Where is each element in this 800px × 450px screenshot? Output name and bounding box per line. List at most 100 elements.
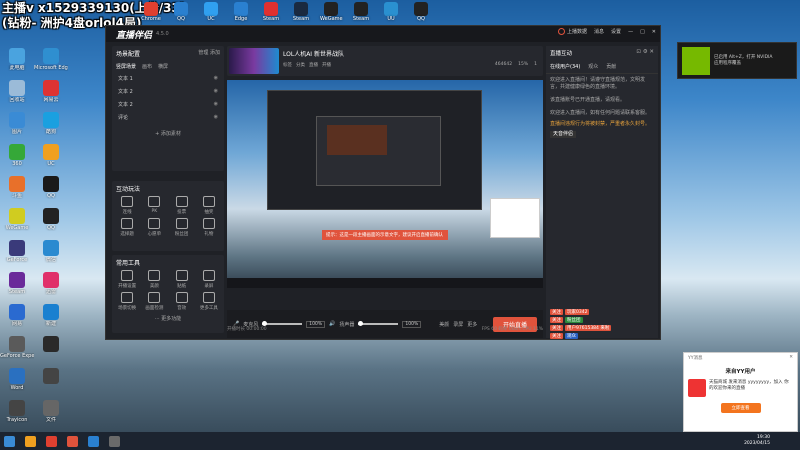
source-item[interactable]: 文本 2 ◉ [112, 85, 224, 98]
settings-button[interactable]: 设置 [611, 28, 621, 35]
desktop-icon[interactable]: 迅雷 [34, 272, 68, 308]
stream-tag[interactable]: 直播 [309, 62, 318, 68]
stream-data-button[interactable]: 上播数据 [558, 28, 587, 35]
source-item[interactable]: 评论 ◉ [112, 111, 224, 124]
desktop-icon[interactable]: Chrome [140, 2, 162, 26]
tab-contribution[interactable]: 贡献 [606, 63, 616, 70]
tab-portrait[interactable]: 竖屏场景 [116, 63, 136, 70]
start-icon[interactable] [4, 435, 15, 447]
message-button[interactable]: 消息 [594, 28, 604, 35]
desktop-icon[interactable]: GeForce Experience [0, 336, 34, 372]
stream-title[interactable]: LOL人机AI 新世界战队 [283, 49, 344, 58]
stream-tag[interactable]: 开播 [322, 62, 331, 68]
chat-user[interactable]: 粉丝团 [565, 317, 583, 323]
desktop-icon[interactable]: UU [380, 2, 402, 26]
mic-slider[interactable] [262, 321, 303, 326]
tool-item[interactable]: 连线 [115, 196, 139, 215]
add-source-button[interactable]: + 添加素材 [112, 130, 224, 137]
tool-item[interactable]: 场景切换 [115, 292, 139, 311]
desktop-icon[interactable]: Edge [230, 2, 252, 26]
live-companion-window[interactable]: 直播伴侣 4.5.0 上播数据 消息 设置 — □ ✕ 场景配置 管理 添加 竖… [105, 25, 661, 340]
visibility-icon[interactable]: ◉ [214, 88, 218, 95]
visibility-icon[interactable]: ◉ [214, 101, 218, 108]
tool-item[interactable]: 抽奖 [197, 196, 221, 215]
desktop-icon[interactable]: Steam [260, 2, 282, 26]
speaker-slider[interactable] [358, 321, 399, 326]
tool-item[interactable]: 录屏 [197, 270, 221, 289]
tool-item[interactable]: 心愿单 [142, 218, 166, 237]
desktop-icon[interactable]: Microsoft Edge [34, 48, 68, 84]
source-item[interactable]: 文本 2 ◉ [112, 98, 224, 111]
scene-title[interactable]: 场景配置 [116, 49, 140, 58]
chrome-icon[interactable] [46, 435, 57, 447]
desktop-icon[interactable]: 回收站 [0, 80, 34, 116]
panel-actions-icon[interactable]: ⊡ ⚙ ✕ [636, 49, 654, 57]
desktop-icon[interactable]: 图片 [0, 112, 34, 148]
live-app-icon[interactable] [67, 435, 78, 447]
more-functions-button[interactable]: ··· 更多功能 [112, 315, 224, 322]
desktop-icon[interactable]: Steam [350, 2, 372, 26]
tab-audience[interactable]: 观众 [588, 63, 598, 70]
app-icon[interactable] [109, 435, 120, 447]
yy-popup[interactable]: YY消息 ✕ 来自YY用户 天猫商城 发来消息 yyyyyyyy，加入 你的欢迎… [683, 352, 798, 432]
desktop-icon[interactable]: 酷狗 [34, 112, 68, 148]
desktop-icon[interactable]: 网易 [0, 304, 34, 340]
tool-item[interactable]: 投票 [170, 196, 194, 215]
desktop-icon[interactable]: QQ [410, 2, 432, 26]
tool-item[interactable]: 更多工具 [197, 292, 221, 311]
desktop-icon[interactable]: UC [200, 2, 222, 26]
nvidia-notification[interactable]: 已启用 Alt+Z，打开 NVIDIA 应用程序覆盖 [677, 42, 797, 79]
source-item[interactable]: 文本 1 ◉ [112, 72, 224, 85]
tool-item[interactable]: 粉丝团 [170, 218, 194, 237]
visibility-icon[interactable]: ◉ [214, 75, 218, 82]
chat-user[interactable]: 用户97615384 来啦 [565, 325, 612, 331]
desktop-icon[interactable]: Trayicon [0, 400, 34, 436]
desktop-icon[interactable]: GeForce [0, 240, 34, 276]
tab-landscape[interactable]: 横屏 [158, 63, 168, 70]
stream-preview[interactable]: 提示：这是一段主播画面的示意文字，建议开启直播前确认 [227, 80, 543, 288]
chat-user[interactable]: 观众 [565, 333, 578, 339]
stream-cover[interactable] [229, 48, 279, 74]
desktop-icon[interactable]: 新建 [34, 304, 68, 340]
stream-tag[interactable]: 分类 [296, 62, 305, 68]
desktop-icon[interactable]: 网易云 [34, 80, 68, 116]
tool-item[interactable]: 开播设置 [115, 270, 139, 289]
desktop-icon[interactable]: Word [0, 368, 34, 404]
desktop-icon[interactable] [34, 368, 68, 404]
desktop-icon[interactable]: 文件 [34, 400, 68, 436]
desktop-icon[interactable] [34, 336, 68, 372]
visibility-icon[interactable]: ◉ [214, 114, 218, 121]
scene-add[interactable]: 添加 [210, 50, 220, 56]
tool-item[interactable]: 画面检测 [142, 292, 166, 311]
minimize-icon[interactable]: — [628, 29, 633, 35]
desktop-icon[interactable]: WeGame [320, 2, 343, 26]
scene-manage[interactable]: 管理 [198, 50, 208, 56]
tool-item[interactable]: 音效 [170, 292, 194, 311]
folder-icon[interactable] [25, 435, 36, 447]
desktop-icon[interactable]: WeGame [0, 208, 34, 244]
tool-item[interactable]: 贴纸 [170, 270, 194, 289]
tool-item[interactable]: 美颜 [142, 270, 166, 289]
desktop-icon[interactable]: Steam [0, 272, 34, 308]
close-icon[interactable]: ✕ [789, 355, 793, 361]
desktop-icon[interactable]: 360 [0, 144, 34, 180]
tool-item[interactable]: 礼物 [197, 218, 221, 237]
close-icon[interactable]: ✕ [652, 29, 656, 35]
tab-canvas[interactable]: 画布 [142, 63, 152, 70]
desktop-icon[interactable]: 微信 [34, 240, 68, 276]
browser-icon[interactable] [88, 435, 99, 447]
maximize-icon[interactable]: □ [640, 29, 645, 35]
desktop-icon[interactable]: 斗鱼 [0, 176, 34, 212]
desktop-icon[interactable]: 此电脑 [0, 48, 34, 84]
desktop-icon[interactable]: QQ [170, 2, 192, 26]
chat-user[interactable]: 玩家0342 [565, 309, 590, 315]
tool-item[interactable]: PK [142, 196, 166, 215]
title-bar[interactable]: 直播伴侣 4.5.0 上播数据 消息 设置 — □ ✕ [106, 26, 660, 42]
tab-online-users[interactable]: 在线用户(34) [550, 63, 580, 70]
desktop-icon[interactable]: UC [34, 144, 68, 180]
tool-item[interactable]: 选择题 [115, 218, 139, 237]
desktop-icon[interactable]: Steam [290, 2, 312, 26]
notice-badge[interactable]: 天音伴侣 [550, 131, 577, 138]
desktop-icon[interactable]: QQ [34, 208, 68, 244]
stream-tag[interactable]: 标签 [283, 62, 292, 68]
